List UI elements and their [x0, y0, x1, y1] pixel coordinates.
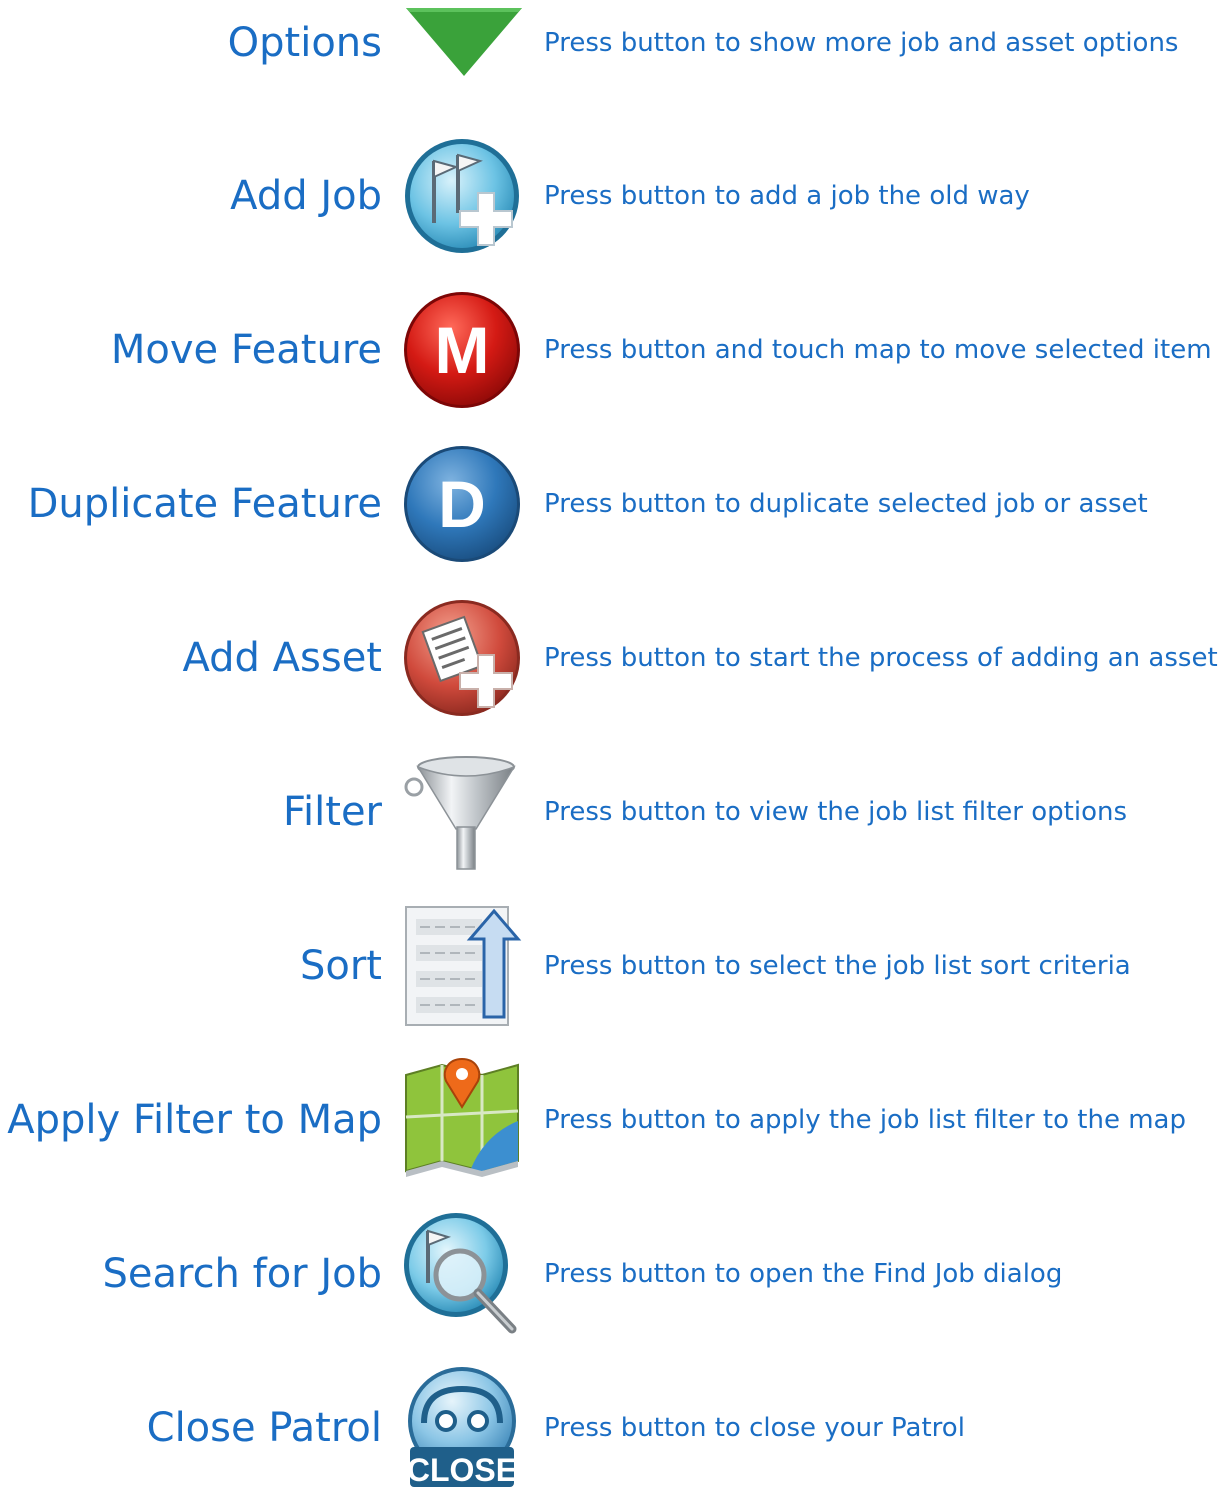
options-description: Press button to show more job and asset …	[544, 28, 1179, 58]
move-icon-letter: M	[435, 313, 490, 387]
filter-label: Filter	[282, 789, 382, 835]
duplicate-icon-letter: D	[438, 467, 486, 541]
filter-description: Press button to view the job list filter…	[544, 797, 1128, 827]
legend-row-sort: Sort Press button to select the job list…	[0, 901, 1228, 1031]
options-label: Options	[227, 20, 382, 66]
add-job-icon[interactable]	[400, 131, 526, 261]
move-feature-icon[interactable]: M	[400, 285, 526, 415]
legend-row-duplicate-feature: Duplicate Feature D Press button to dupl…	[0, 439, 1228, 569]
add-job-label: Add Job	[230, 173, 382, 219]
legend-row-filter: Filter Press button to view the job list…	[0, 747, 1228, 877]
add-asset-description: Press button to start the process of add…	[544, 643, 1218, 673]
duplicate-feature-icon[interactable]: D	[400, 439, 526, 569]
sort-label: Sort	[300, 943, 382, 989]
duplicate-feature-label: Duplicate Feature	[27, 481, 382, 527]
map-pin-icon[interactable]	[400, 1055, 526, 1185]
legend-row-options: Options Press button to show more job an…	[0, 0, 1228, 108]
add-job-description: Press button to add a job the old way	[544, 181, 1030, 211]
add-asset-icon[interactable]	[400, 593, 526, 723]
dropdown-triangle-icon[interactable]	[400, 0, 526, 108]
search-for-job-label: Search for Job	[102, 1251, 382, 1297]
close-icon-text: CLOSE	[407, 1452, 517, 1488]
move-feature-label: Move Feature	[110, 327, 382, 373]
apply-filter-to-map-label: Apply Filter to Map	[7, 1097, 382, 1143]
legend-row-add-asset: Add Asset Press button to start the proc…	[0, 593, 1228, 723]
duplicate-feature-description: Press button to duplicate selected job o…	[544, 489, 1148, 519]
search-job-icon[interactable]	[400, 1209, 526, 1339]
legend-row-apply-filter-to-map: Apply Filter to Map Press button to appl…	[0, 1055, 1228, 1185]
close-patrol-icon[interactable]: CLOSE	[400, 1363, 526, 1493]
legend-row-close-patrol: Close Patrol CLOSE Press button to close…	[0, 1363, 1228, 1493]
funnel-icon[interactable]	[400, 747, 526, 877]
sort-list-icon[interactable]	[400, 901, 526, 1031]
sort-description: Press button to select the job list sort…	[544, 951, 1131, 981]
close-patrol-description: Press button to close your Patrol	[544, 1413, 965, 1443]
move-feature-description: Press button and touch map to move selec…	[544, 335, 1212, 365]
add-asset-label: Add Asset	[182, 635, 383, 681]
search-for-job-description: Press button to open the Find Job dialog	[544, 1259, 1063, 1289]
close-patrol-label: Close Patrol	[146, 1405, 382, 1451]
apply-filter-to-map-description: Press button to apply the job list filte…	[544, 1105, 1186, 1135]
legend-row-move-feature: Move Feature M Press button and touch ma…	[0, 285, 1228, 415]
legend-row-add-job: Add Job Press button to add a job the ol…	[0, 131, 1228, 261]
legend-row-search-for-job: Search for Job Press button to open the …	[0, 1209, 1228, 1339]
